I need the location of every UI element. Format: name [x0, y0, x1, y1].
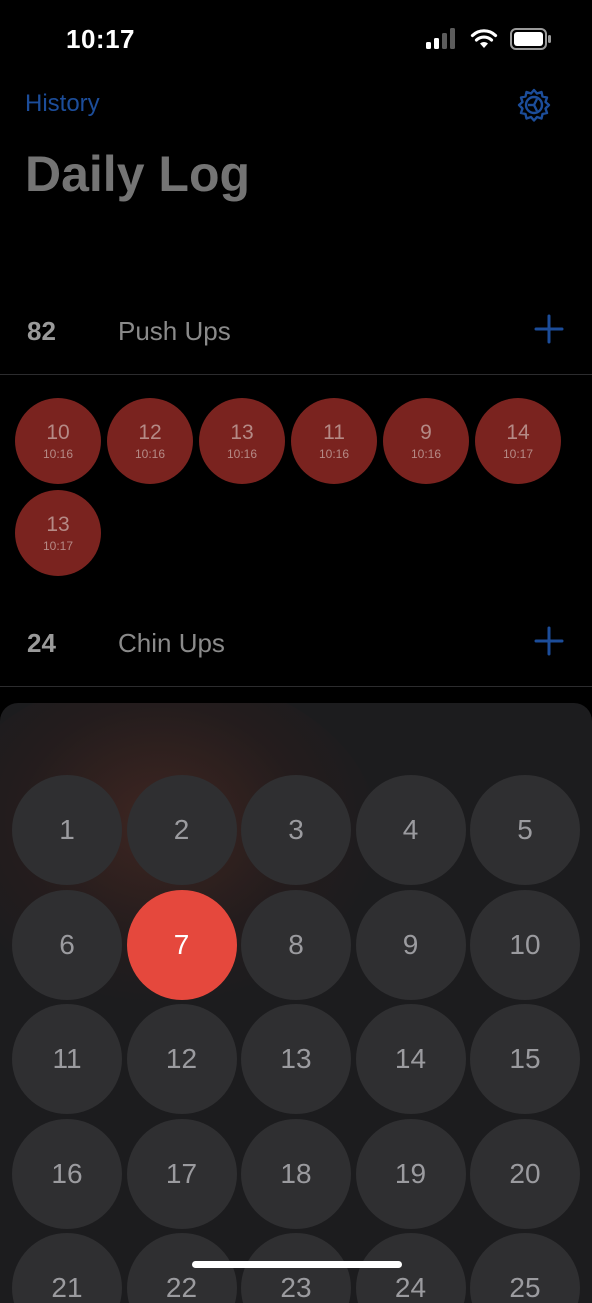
number-key-15[interactable]: 15 — [470, 1004, 580, 1114]
entry-time: 10:16 — [134, 446, 166, 461]
exercise-row-chin-ups[interactable]: 24 Chin Ups — [0, 602, 592, 687]
number-key-16[interactable]: 16 — [12, 1118, 122, 1229]
number-key-1[interactable]: 1 — [12, 775, 122, 885]
number-key-23[interactable]: 23 — [241, 1233, 351, 1303]
exercise-total: 24 — [27, 628, 56, 658]
number-key-13[interactable]: 13 — [241, 1004, 351, 1114]
exercise-total: 82 — [27, 316, 56, 346]
number-key-25[interactable]: 25 — [470, 1233, 580, 1303]
number-key-14[interactable]: 14 — [355, 1004, 466, 1114]
exercise-name: Push Ups — [118, 316, 231, 346]
number-key-21[interactable]: 21 — [12, 1233, 122, 1303]
entry-bubble[interactable]: 12 10:16 — [107, 398, 193, 484]
entry-reps: 11 — [323, 420, 345, 444]
entry-bubble[interactable]: 13 10:16 — [199, 398, 285, 484]
number-key-7[interactable]: 7 — [126, 889, 237, 1000]
page-title: Daily Log — [25, 146, 251, 202]
number-key-22[interactable]: 22 — [126, 1233, 237, 1303]
number-key-11[interactable]: 11 — [12, 1004, 122, 1114]
entry-reps: 14 — [506, 420, 530, 444]
push-ups-entries: 10 10:16 12 10:16 13 10:16 11 10:16 9 10:16 14 10:1… — [15, 398, 575, 576]
number-key-4[interactable]: 4 — [355, 775, 466, 885]
entry-time: 10:17 — [42, 538, 74, 553]
add-icon[interactable] — [534, 626, 564, 656]
entry-reps: 9 — [420, 420, 432, 444]
number-key-10[interactable]: 10 — [470, 889, 580, 1000]
number-key-20[interactable]: 20 — [470, 1118, 580, 1229]
exercise-row-push-ups[interactable]: 82 Push Ups — [0, 290, 592, 375]
entry-bubble[interactable]: 13 10:17 — [15, 490, 101, 576]
entry-reps: 13 — [230, 420, 254, 444]
status-bar: 10:17 — [0, 0, 592, 80]
entry-bubble[interactable]: 14 10:17 — [475, 398, 561, 484]
number-key-17[interactable]: 17 — [126, 1118, 237, 1229]
entry-time: 10:16 — [42, 446, 74, 461]
entry-bubble[interactable]: 10 10:16 — [15, 398, 101, 484]
number-key-6[interactable]: 6 — [12, 889, 122, 1000]
number-key-8[interactable]: 8 — [241, 889, 351, 1000]
home-indicator[interactable] — [192, 1261, 402, 1268]
entry-time: 10:16 — [226, 446, 258, 461]
cellular-signal-icon — [426, 28, 455, 49]
entry-bubble[interactable]: 9 10:16 — [383, 398, 469, 484]
history-link[interactable]: History — [25, 90, 100, 118]
status-icons — [426, 28, 552, 50]
number-key-2[interactable]: 2 — [126, 775, 237, 885]
number-picker-sheet: 1 2 3 4 5 6 7 8 9 10 11 12 13 14 15 16 17 18 19 20 21 22 23 24 2… — [0, 703, 592, 1303]
wifi-icon — [470, 29, 498, 48]
number-key-18[interactable]: 18 — [241, 1118, 351, 1229]
gear-icon[interactable] — [514, 86, 554, 126]
number-key-9[interactable]: 9 — [355, 889, 466, 1000]
entry-reps: 10 — [46, 420, 70, 444]
status-time: 10:17 — [66, 24, 135, 54]
entry-reps: 13 — [46, 512, 70, 536]
number-key-12[interactable]: 12 — [126, 1004, 237, 1114]
add-icon[interactable] — [534, 314, 564, 344]
exercise-name: Chin Ups — [118, 628, 225, 658]
entry-time: 10:17 — [502, 446, 534, 461]
number-key-5[interactable]: 5 — [470, 775, 580, 885]
number-key-3[interactable]: 3 — [241, 775, 351, 885]
number-keypad: 1 2 3 4 5 6 7 8 9 10 11 12 13 14 15 16 17 18 19 20 21 22 23 24 2… — [12, 775, 582, 1303]
entry-bubble[interactable]: 11 10:16 — [291, 398, 377, 484]
number-key-24[interactable]: 24 — [355, 1233, 466, 1303]
battery-icon — [510, 28, 551, 50]
entry-time: 10:16 — [410, 446, 442, 461]
entry-reps: 12 — [138, 420, 162, 444]
entry-time: 10:16 — [318, 446, 350, 461]
number-key-19[interactable]: 19 — [355, 1118, 466, 1229]
